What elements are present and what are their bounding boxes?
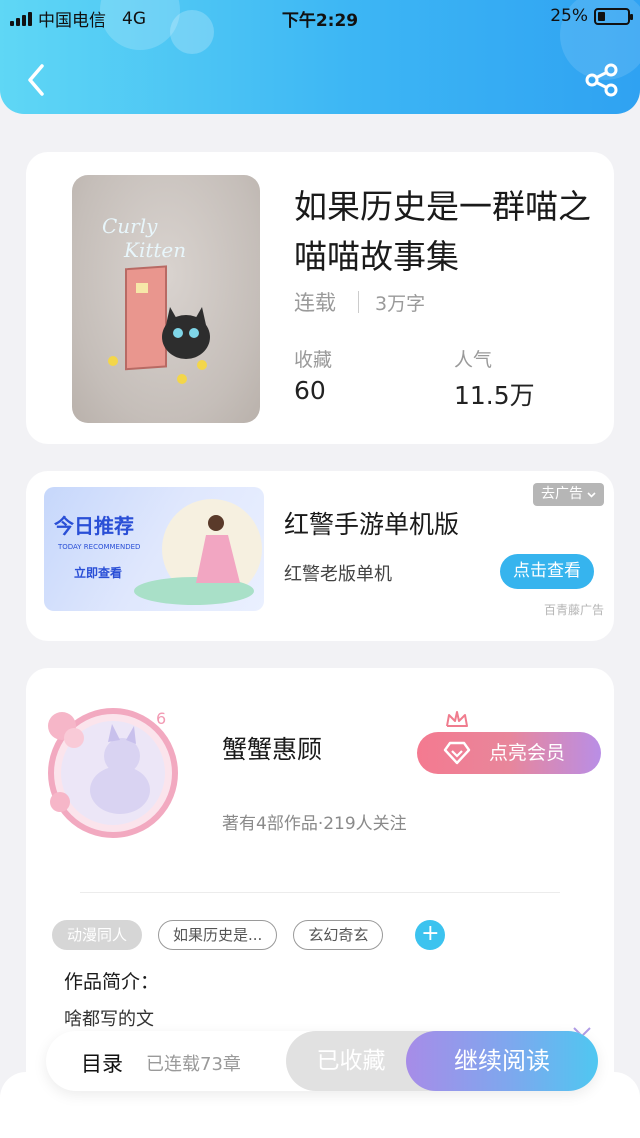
favorites-label: 收藏 [294,349,333,371]
cover-illustration: Curly Kitten [102,214,210,384]
book-status: 连载 [294,291,336,315]
battery-percent: 25% [550,6,588,26]
ad-image[interactable]: 今日推荐 TODAY RECOMMENDED 立即查看 [44,487,264,611]
cover-text-line2: Kitten [123,238,186,262]
battery-icon [594,7,633,25]
ad-remove-label: 去广告 [541,486,583,502]
chevron-left-icon [28,64,44,96]
avatar-frame: 6 [48,708,178,838]
battery-fill [598,11,605,21]
vip-button[interactable]: 点亮会员 [417,732,601,774]
ad-remove-button[interactable]: 去广告 [533,483,604,506]
share-icon [585,63,618,97]
app-header: 中国电信 4G 下午2:29 25% [0,0,640,114]
tag-item[interactable]: 玄幻奇玄 [293,920,384,950]
ad-image-subtitle: TODAY RECOMMENDED [57,543,140,551]
ad-view-button[interactable]: 点击查看 [500,554,594,589]
chevron-down-icon [587,492,596,498]
ad-subtitle: 红警老版单机 [284,564,392,585]
author-meta: 著有4部作品·219人关注 [222,814,407,834]
status-time: 下午2:29 [281,11,359,31]
ad-illustration: 今日推荐 TODAY RECOMMENDED 立即查看 [54,499,262,605]
popularity-value: 11.5万 [454,381,535,410]
ad-image-title: 今日推荐 [54,514,134,538]
cover-text-line1: Curly [102,214,158,238]
bottom-action-bar: 目录 已连载73章 已收藏 继续阅读 [46,1031,598,1091]
status-bar: 中国电信 4G 下午2:29 25% [0,0,640,34]
vip-button-label: 点亮会员 [489,742,566,764]
author-name: 蟹蟹惠顾 [222,735,323,764]
share-button[interactable] [584,62,620,98]
meta-divider [358,291,359,313]
book-title: 如果历史是一群喵之喵喵故事集 [294,187,591,276]
add-tag-button[interactable]: + [415,920,446,950]
tag-item[interactable]: 如果历史是... [158,920,278,950]
intro-label: 作品简介： [64,971,160,993]
ad-title: 红警手游单机版 [284,510,460,539]
book-word-count: 3万字 [375,292,426,315]
favorites-value: 60 [294,376,326,405]
continue-reading-button[interactable]: 继续阅读 [406,1031,598,1091]
ad-card[interactable]: 今日推荐 TODAY RECOMMENDED 立即查看 去广告 红警手游单机版 … [26,471,614,641]
book-meta: 连载 3万字 [294,287,425,317]
avatar-badge: 6 [156,709,166,728]
book-cover[interactable]: Curly Kitten [72,175,260,423]
diamond-icon [443,741,471,765]
section-divider [80,892,560,893]
back-button[interactable] [18,60,58,100]
author-avatar[interactable]: 6 [38,698,188,848]
tag-list: 动漫同人 如果历史是... 玄幻奇玄 + [52,920,446,950]
intro-text: 啥都写的文 [64,1009,154,1030]
ad-image-cta: 立即查看 [74,565,122,580]
chapter-count: 已连载73章 [146,1054,241,1075]
ad-source: 百青藤广告 [543,603,604,617]
status-right: 25% [550,6,633,26]
crown-icon [446,711,468,727]
tag-item[interactable]: 动漫同人 [52,920,143,950]
popularity-label: 人气 [454,349,493,371]
book-info-card: Curly Kitten 如果历史是一群喵之喵喵故事集 连载 3万字 收藏 60… [26,152,614,444]
toc-button[interactable]: 目录 [81,1048,123,1078]
